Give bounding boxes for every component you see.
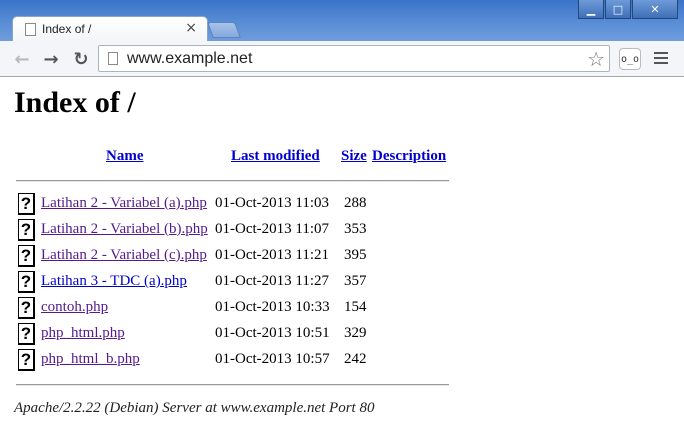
file-modified: 01-Oct-2013 10:33 — [215, 299, 330, 315]
file-modified: 01-Oct-2013 11:03 — [215, 195, 330, 211]
maximize-button[interactable]: □ — [605, 0, 631, 19]
extension-icon[interactable]: o_o — [619, 48, 641, 70]
table-row: ? Latihan 2 - Variabel (c).php 01-Oct-2013… — [0, 244, 460, 270]
unknown-file-icon: ? — [18, 271, 35, 293]
sort-by-description-link[interactable]: Description — [372, 148, 446, 165]
file-link[interactable]: Latihan 2 - Variabel (a).php — [41, 195, 207, 212]
table-row: ? Latihan 2 - Variabel (b).php 01-Oct-2013… — [0, 218, 460, 244]
file-size: 395 — [344, 247, 367, 263]
file-size: 357 — [344, 273, 367, 289]
page-content: Index of / Name Last modified Size Descr… — [0, 78, 684, 423]
address-url[interactable]: www.example.net — [127, 50, 252, 68]
divider — [16, 180, 449, 182]
file-link[interactable]: php_html_b.php — [41, 351, 140, 368]
divider — [16, 384, 449, 386]
unknown-file-icon: ? — [18, 323, 35, 345]
file-link[interactable]: Latihan 2 - Variabel (c).php — [41, 247, 207, 264]
page-icon — [108, 52, 118, 65]
sort-by-last-modified-link[interactable]: Last modified — [231, 148, 320, 165]
unknown-file-icon: ? — [18, 193, 35, 215]
file-size: 353 — [344, 221, 367, 237]
file-modified: 01-Oct-2013 11:21 — [215, 247, 330, 263]
window-controls: ▁ □ ✕ — [577, 0, 678, 20]
table-row: ? Latihan 3 - TDC (a).php 01-Oct-2013 11:2… — [0, 270, 460, 296]
table-row: ? Latihan 2 - Variabel (a).php 01-Oct-2013… — [0, 192, 460, 218]
file-size: 329 — [344, 325, 367, 341]
file-link[interactable]: Latihan 3 - TDC (a).php — [41, 273, 187, 290]
unknown-file-icon: ? — [18, 349, 35, 371]
table-row: ? php_html_b.php 01-Oct-2013 10:57 242 — [0, 348, 460, 374]
table-row: ? contoh.php 01-Oct-2013 10:33 154 — [0, 296, 460, 322]
file-modified: 01-Oct-2013 10:57 — [215, 351, 330, 367]
file-size: 288 — [344, 195, 367, 211]
sort-by-name-link[interactable]: Name — [106, 148, 144, 165]
forward-arrow-icon[interactable]: → — [39, 47, 63, 71]
file-modified: 01-Oct-2013 11:07 — [215, 221, 330, 237]
tab-title: Index of / — [42, 22, 92, 36]
file-size: 154 — [344, 299, 367, 315]
unknown-file-icon: ? — [18, 245, 35, 267]
menu-icon[interactable] — [654, 52, 668, 64]
sort-by-size-link[interactable]: Size — [341, 148, 367, 165]
tab-index[interactable]: Index of / × — [12, 16, 208, 42]
file-modified: 01-Oct-2013 11:27 — [215, 273, 330, 289]
new-tab-button[interactable] — [207, 22, 241, 38]
table-row: ? php_html.php 01-Oct-2013 10:51 329 — [0, 322, 460, 348]
bookmark-star-icon[interactable]: ☆ — [587, 47, 605, 71]
reload-icon[interactable]: ↻ — [69, 47, 93, 71]
unknown-file-icon: ? — [18, 297, 35, 319]
back-arrow-icon[interactable]: ← — [10, 47, 34, 71]
page-icon — [25, 23, 36, 36]
file-size: 242 — [344, 351, 367, 367]
file-link[interactable]: Latihan 2 - Variabel (b).php — [41, 221, 208, 238]
file-modified: 01-Oct-2013 10:51 — [215, 325, 330, 341]
file-link[interactable]: contoh.php — [41, 299, 108, 316]
address-bar[interactable]: www.example.net ☆ — [98, 45, 610, 72]
page-title: Index of / — [14, 86, 136, 119]
browser-toolbar: ← → ↻ www.example.net ☆ o_o — [0, 41, 684, 77]
server-signature: Apache/2.2.22 (Debian) Server at www.exa… — [14, 400, 375, 416]
window-titlebar: ▁ □ ✕ Index of / × — [0, 0, 684, 42]
unknown-file-icon: ? — [18, 219, 35, 241]
file-link[interactable]: php_html.php — [41, 325, 125, 342]
tab-close-icon[interactable]: × — [185, 20, 197, 36]
close-window-button[interactable]: ✕ — [632, 0, 678, 19]
minimize-button[interactable]: ▁ — [578, 0, 604, 19]
